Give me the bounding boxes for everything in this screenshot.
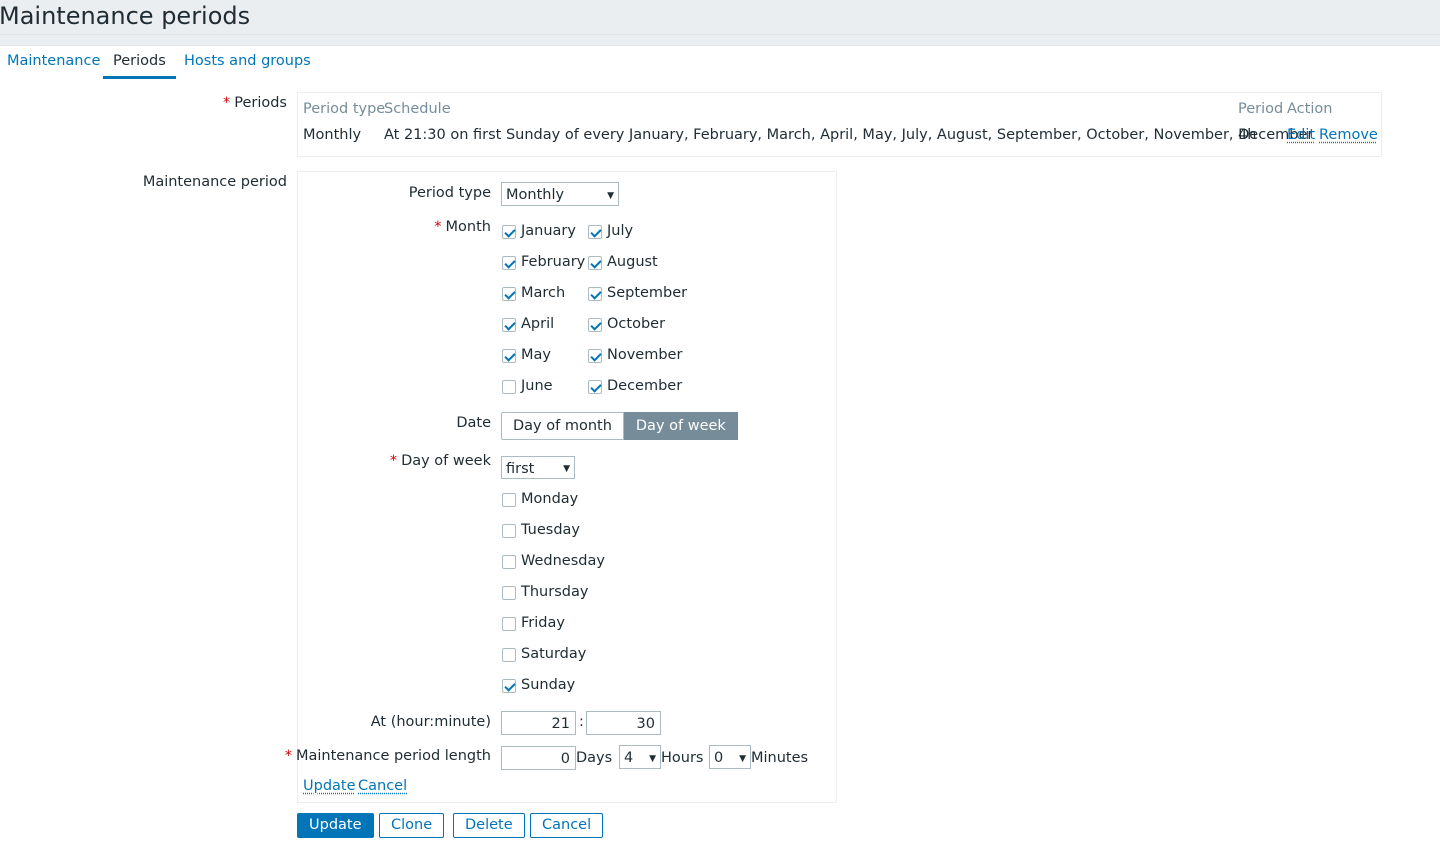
checkbox-label-july: July [607, 223, 634, 239]
checkbox-tuesday[interactable] [502, 524, 516, 538]
checkbox-thursday[interactable] [502, 586, 516, 600]
hours-value: 4 [624, 750, 634, 766]
periods-label: * Periods [222, 95, 287, 111]
row-period: 4h [1238, 127, 1257, 143]
checkbox-monday[interactable] [502, 493, 516, 507]
required-marker: * [284, 748, 292, 764]
tab-periods[interactable]: Periods [103, 46, 176, 79]
period-type-select[interactable]: Monthly ▼ [501, 182, 619, 206]
date-option-day-of-month[interactable]: Day of month [501, 412, 624, 440]
checkbox-label-december: December [607, 378, 683, 394]
minutes-unit: Minutes [751, 750, 809, 766]
period-type-value: Monthly [506, 187, 565, 203]
checkbox-label-tuesday: Tuesday [521, 522, 580, 538]
checkbox-label-october: October [607, 316, 666, 332]
period-cancel-link[interactable]: Cancel [358, 778, 407, 794]
minute-input[interactable]: 30 [586, 711, 661, 735]
update-button[interactable]: Update [297, 813, 374, 838]
checkbox-label-august: August [607, 254, 658, 270]
checkbox-november[interactable] [588, 349, 602, 363]
checkbox-december[interactable] [588, 380, 602, 394]
delete-button[interactable]: Delete [453, 813, 525, 838]
checkbox-friday[interactable] [502, 617, 516, 631]
hours-unit: Hours [661, 750, 704, 766]
checkbox-label-september: September [607, 285, 688, 301]
remove-link[interactable]: Remove [1319, 127, 1378, 143]
cancel-button[interactable]: Cancel [530, 813, 604, 838]
length-label: * Maintenance period length [284, 748, 491, 764]
day-of-week-label: * Day of week [389, 453, 491, 469]
dropdown-arrow-icon: ▼ [607, 191, 614, 201]
tab-hosts-and-groups[interactable]: Hosts and groups [174, 46, 321, 76]
checkbox-april[interactable] [502, 318, 516, 332]
checkbox-september[interactable] [588, 287, 602, 301]
checkbox-january[interactable] [502, 225, 516, 239]
month-label: * Month [434, 219, 491, 235]
checkbox-label-march: March [521, 285, 566, 301]
dropdown-arrow-icon: ▼ [739, 754, 746, 764]
checkbox-label-sunday: Sunday [521, 677, 576, 693]
checkbox-october[interactable] [588, 318, 602, 332]
days-unit: Days [576, 750, 613, 766]
tab-maintenance[interactable]: Maintenance [0, 46, 110, 76]
row-schedule: At 21:30 on first Sunday of every Januar… [384, 127, 1314, 143]
date-option-day-of-week[interactable]: Day of week [623, 412, 738, 440]
column-period-type: Period type [303, 101, 386, 117]
checkbox-saturday[interactable] [502, 648, 516, 662]
page-header: Maintenance periods [0, 0, 1440, 46]
checkbox-february[interactable] [502, 256, 516, 270]
checkbox-label-january: January [521, 223, 576, 239]
day-of-week-select[interactable]: first ▼ [501, 456, 575, 479]
checkbox-label-may: May [521, 347, 551, 363]
checkbox-label-november: November [607, 347, 683, 363]
checkbox-label-february: February [521, 254, 586, 270]
days-input[interactable]: 0 [501, 746, 576, 770]
column-schedule: Schedule [384, 101, 451, 117]
day-of-week-value: first [506, 461, 535, 477]
tab-bar: Maintenance Periods Hosts and groups [0, 46, 1440, 79]
period-type-label: Period type [408, 185, 491, 201]
checkbox-label-wednesday: Wednesday [521, 553, 605, 569]
maintenance-period-label: Maintenance period [142, 174, 287, 190]
date-toggle: Day of month Day of week [501, 412, 738, 440]
page-title: Maintenance periods [0, 2, 251, 30]
checkbox-label-monday: Monday [521, 491, 579, 507]
time-separator: : [579, 714, 584, 730]
minutes-value: 0 [714, 750, 724, 766]
required-marker: * [434, 219, 442, 235]
checkbox-may[interactable] [502, 349, 516, 363]
edit-link[interactable]: Edit [1287, 127, 1315, 143]
dropdown-arrow-icon: ▼ [563, 464, 570, 474]
checkbox-sunday[interactable] [502, 679, 516, 693]
clone-button[interactable]: Clone [379, 813, 445, 838]
date-label: Date [456, 415, 491, 431]
checkbox-july[interactable] [588, 225, 602, 239]
at-label: At (hour:minute) [370, 714, 491, 730]
checkbox-wednesday[interactable] [502, 555, 516, 569]
checkbox-label-friday: Friday [521, 615, 565, 631]
checkbox-march[interactable] [502, 287, 516, 301]
column-action: Action [1287, 101, 1333, 117]
dropdown-arrow-icon: ▼ [649, 754, 656, 764]
periods-table: Period type Schedule Period Action Month… [297, 92, 1382, 157]
checkbox-label-thursday: Thursday [521, 584, 589, 600]
minutes-select[interactable]: 0 ▼ [709, 745, 751, 769]
row-period-type: Monthly [303, 127, 362, 143]
header-divider [0, 34, 1440, 35]
checkbox-label-april: April [521, 316, 555, 332]
checkbox-label-saturday: Saturday [521, 646, 587, 662]
checkbox-label-june: June [521, 378, 553, 394]
required-marker: * [389, 453, 398, 469]
checkbox-august[interactable] [588, 256, 602, 270]
period-update-link[interactable]: Update [303, 778, 356, 794]
required-marker: * [222, 95, 231, 111]
column-period: Period [1238, 101, 1284, 117]
hours-select[interactable]: 4 ▼ [619, 745, 661, 769]
checkbox-june[interactable] [502, 380, 516, 394]
hour-input[interactable]: 21 [501, 711, 576, 735]
